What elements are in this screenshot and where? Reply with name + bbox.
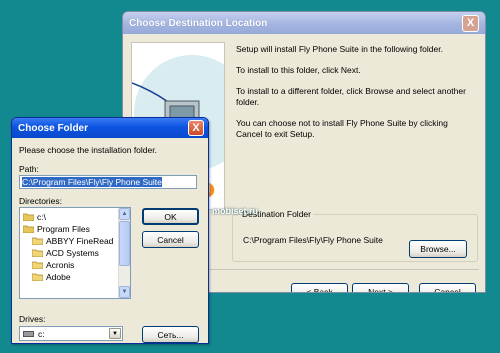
- directory-item[interactable]: Acronis: [32, 259, 74, 270]
- browse-button[interactable]: Browse...: [409, 240, 467, 258]
- directories-list[interactable]: c:\ Program Files ABBYY FineRead ACD Sys…: [19, 207, 131, 299]
- choose-folder-cancel-button[interactable]: Cancel: [142, 231, 199, 248]
- scroll-down-arrow-icon[interactable]: ▼: [119, 286, 130, 298]
- network-button[interactable]: Сеть...: [142, 326, 199, 343]
- directory-label: Acronis: [46, 259, 75, 270]
- ok-button[interactable]: OK: [142, 208, 199, 225]
- instruction-paragraph: To install to a different folder, click …: [236, 86, 466, 107]
- chevron-down-icon[interactable]: ▼: [109, 328, 121, 339]
- back-label-rest: ack: [319, 287, 333, 293]
- directory-item[interactable]: c:\: [23, 211, 46, 222]
- choose-folder-titlebar[interactable]: Choose Folder X: [12, 118, 208, 138]
- destination-titlebar[interactable]: Choose Destination Location X: [123, 12, 485, 34]
- directories-label: Directories:: [19, 196, 62, 206]
- cancel-button[interactable]: Cancel: [419, 283, 476, 292]
- choose-folder-prompt: Please choose the installation folder.: [19, 145, 157, 155]
- directory-label: Adobe: [46, 271, 71, 282]
- path-input[interactable]: C:\Program Files\Fly\Fly Phone Suite: [19, 175, 197, 189]
- directory-label: c:\: [37, 211, 46, 222]
- next-button[interactable]: Next >: [352, 283, 409, 293]
- choose-folder-dialog: Choose Folder X Please choose the instal…: [11, 117, 209, 344]
- path-label: Path:: [19, 164, 39, 174]
- drive-dropdown[interactable]: c: ▼: [19, 326, 123, 341]
- open-folder-icon: [23, 225, 34, 233]
- directory-item[interactable]: ACD Systems: [32, 247, 99, 258]
- instruction-paragraph: You can choose not to install Fly Phone …: [236, 118, 448, 139]
- choose-folder-close-button[interactable]: X: [188, 120, 204, 136]
- directory-label: ABBYY FineRead: [46, 235, 114, 246]
- folder-icon: [32, 249, 43, 257]
- destination-dialog-title: Choose Destination Location: [129, 17, 268, 29]
- folder-icon: [32, 261, 43, 269]
- folder-icon: [32, 237, 43, 245]
- destination-path-text: C:\Program Files\Fly\Fly Phone Suite: [243, 235, 383, 245]
- directory-item[interactable]: Program Files: [23, 223, 90, 234]
- destination-instructions: Setup will install Fly Phone Suite in th…: [236, 44, 476, 150]
- choose-folder-body: Please choose the installation folder. P…: [15, 138, 205, 343]
- directory-item[interactable]: ABBYY FineRead: [32, 235, 113, 246]
- instruction-paragraph: Setup will install Fly Phone Suite in th…: [236, 44, 443, 54]
- path-input-value: C:\Program Files\Fly\Fly Phone Suite: [22, 177, 162, 187]
- hard-drive-icon: [23, 330, 34, 337]
- watermark-text: mobiset.ru: [212, 206, 259, 216]
- directory-item[interactable]: Adobe: [32, 271, 71, 282]
- close-icon: X: [192, 122, 200, 134]
- destination-close-button[interactable]: X: [462, 14, 479, 32]
- back-button[interactable]: < Back: [291, 283, 348, 293]
- directory-label: Program Files: [37, 223, 90, 234]
- drives-label: Drives:: [19, 314, 46, 324]
- directory-label: ACD Systems: [46, 247, 99, 258]
- next-label-rest: ext: [374, 287, 386, 293]
- instruction-paragraph: To install to this folder, click Next.: [236, 65, 361, 75]
- directories-scrollbar[interactable]: ▲ ▼: [118, 208, 130, 298]
- scroll-up-arrow-icon[interactable]: ▲: [119, 208, 130, 220]
- scroll-thumb[interactable]: [119, 221, 130, 266]
- folder-icon: [32, 273, 43, 281]
- open-folder-icon: [23, 213, 34, 221]
- choose-folder-title: Choose Folder: [18, 122, 89, 134]
- drive-value: c:: [38, 328, 45, 339]
- close-icon: X: [466, 17, 475, 29]
